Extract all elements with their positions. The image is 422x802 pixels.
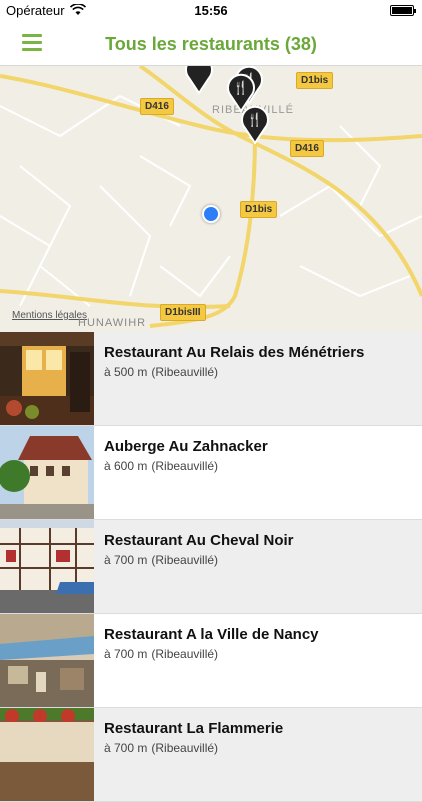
road-label: D1bis [296,72,334,89]
distance-value: à 600 m [104,459,148,473]
restaurant-name: Restaurant La Flammerie [104,720,284,737]
restaurant-distance: à 700 m (Ribeauvillé) [104,741,218,755]
road-label: D1bis [240,201,278,218]
map-view[interactable]: RIBEAUVILLÉ D416 D1bis D416 D1bis D1bisI… [0,66,422,332]
restaurant-list: Restaurant Au Relais des Ménétriers à 50… [0,332,422,802]
town-value: (Ribeauvillé) [151,741,219,755]
distance-value: à 700 m [104,741,148,755]
restaurant-distance: à 700 m (Ribeauvillé) [104,553,218,567]
list-item[interactable]: Restaurant Au Relais des Ménétriers à 50… [0,332,422,426]
status-time: 15:56 [194,3,228,18]
restaurant-name: Restaurant A la Ville de Nancy [104,626,319,643]
town-value: (Ribeauvillé) [151,459,219,473]
nav-bar: Tous les restaurants (38) [0,22,422,66]
svg-text:🍴: 🍴 [247,112,263,128]
user-location-dot [202,205,220,223]
list-item[interactable]: Restaurant A la Ville de Nancy à 700 m (R… [0,614,422,708]
distance-value: à 700 m [104,553,148,567]
distance-value: à 500 m [104,365,148,379]
restaurant-photo [0,614,94,707]
restaurant-photo [0,426,94,519]
road-label: D1bisIII [160,304,206,321]
list-item[interactable]: Auberge Au Zahnacker à 600 m (Ribeauvillé… [0,426,422,520]
page-title: Tous les restaurants (38) [105,34,317,54]
restaurant-name: Restaurant Au Relais des Ménétriers [104,344,365,361]
legal-notice-link[interactable]: Mentions légales [12,310,87,321]
list-item[interactable]: Restaurant Au Cheval Noir à 700 m (Ribeau… [0,520,422,614]
map-roads [0,66,422,328]
status-bar: Opérateur 15:56 [0,0,422,22]
restaurant-name: Restaurant Au Cheval Noir [104,532,294,549]
town-value: (Ribeauvillé) [151,365,219,379]
restaurant-name: Auberge Au Zahnacker [104,438,268,455]
restaurant-distance: à 700 m (Ribeauvillé) [104,647,218,661]
svg-text:🍴: 🍴 [233,80,249,96]
list-item[interactable]: Restaurant La Flammerie à 700 m (Ribeauvi… [0,708,422,802]
restaurant-photo [0,332,94,425]
restaurant-pin-icon[interactable] [184,66,214,94]
road-label: D416 [290,140,324,157]
restaurant-distance: à 500 m (Ribeauvillé) [104,365,218,379]
restaurant-photo [0,708,94,801]
battery-icon [390,5,416,16]
distance-value: à 700 m [104,647,148,661]
road-label: D416 [140,98,174,115]
restaurant-pin-icon[interactable]: 🍴 [240,104,270,144]
town-label: HUNAWIHR [78,317,147,329]
restaurant-photo [0,520,94,613]
town-value: (Ribeauvillé) [151,553,219,567]
town-value: (Ribeauvillé) [151,647,219,661]
restaurant-distance: à 600 m (Ribeauvillé) [104,459,218,473]
